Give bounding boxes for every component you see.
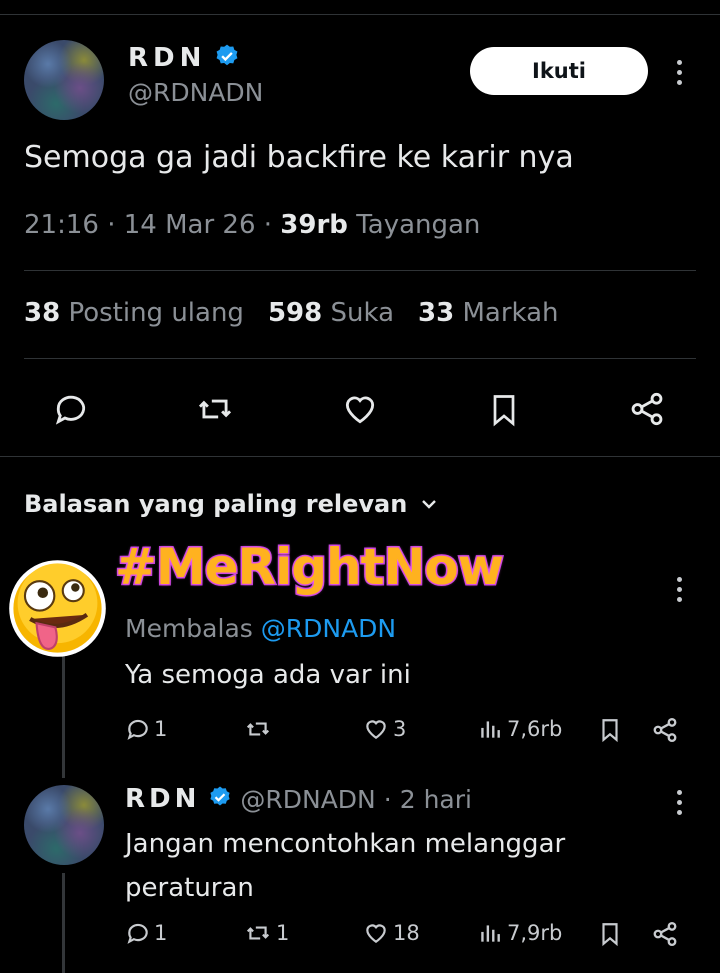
likes-stat[interactable]: 598 Suka [268,298,394,328]
repost-button[interactable] [243,716,276,742]
reply-age[interactable]: 2 hari [400,785,472,814]
reply-author-row: RDN @RDNADN · 2 hari [125,784,472,814]
author-name-row[interactable]: RDN [128,40,240,76]
reply-button[interactable]: 1 [125,716,167,742]
like-icon [362,716,390,742]
replying-to-link[interactable]: @RDNADN [261,614,396,643]
reply-text: Jangan mencontohkan melanggar peraturan [125,822,565,910]
more-options-icon[interactable] [677,790,683,820]
post-text: Semoga ga jadi backfire ke karir nya [24,140,574,175]
reply-icon [125,716,151,742]
stats-divider [24,358,696,359]
like-button[interactable]: 18 [362,920,420,946]
like-icon [362,920,390,946]
chevron-down-icon [417,492,441,516]
repost-icon[interactable] [195,390,235,428]
views-count: 7,9rb [507,921,563,945]
reply-button[interactable]: 1 [125,920,167,946]
top-divider [0,14,720,15]
share-icon[interactable] [651,716,679,744]
share-icon[interactable] [651,920,679,948]
repost-icon [243,716,273,742]
author-handle[interactable]: @RDNADN [128,78,263,107]
views-icon [478,716,504,742]
replying-prefix: Membalas [125,614,253,643]
views-label: Tayangan [356,210,481,240]
verified-badge-icon [214,43,240,73]
repost-count: 1 [276,921,290,945]
more-options-icon[interactable] [677,60,683,90]
replying-to: Membalas @RDNADN [125,614,396,643]
post-time[interactable]: 21:16 [24,210,99,240]
reply-author-name[interactable]: RDN [125,784,200,814]
views-count: 39rb [280,210,348,240]
post-bottom-divider [0,456,720,457]
reply-text: Ya semoga ada var ini [125,660,411,690]
reply-text-line: Jangan mencontohkan melanggar [125,829,566,859]
reply-icon [125,920,151,946]
bookmark-icon[interactable] [597,920,623,948]
like-count: 3 [393,717,407,741]
thread-line [62,873,65,973]
author-name[interactable]: RDN [128,43,206,73]
thread-line [62,650,65,778]
repost-icon [243,920,273,946]
post-date[interactable]: 14 Mar 26 [124,210,256,240]
reply-text-line: peraturan [125,873,254,903]
reply-author-avatar[interactable] [24,785,104,865]
reply-count: 1 [154,921,168,945]
views-icon [478,920,504,946]
bookmarks-stat[interactable]: 33 Markah [418,298,559,328]
meta-divider [24,270,696,271]
views-button[interactable]: 7,9rb [478,920,562,946]
bookmark-icon[interactable] [597,716,623,744]
author-avatar[interactable] [24,40,104,120]
share-icon[interactable] [628,390,666,428]
reply-icon[interactable] [52,390,90,428]
reply-count: 1 [154,717,168,741]
reply-author-handle[interactable]: @RDNADN [240,785,375,814]
sticker-hashtag: #MeRightNow [114,537,506,598]
views-count: 7,6rb [507,717,563,741]
repost-button[interactable]: 1 [243,920,289,946]
more-options-icon[interactable] [677,577,683,607]
replies-sort-dropdown[interactable]: Balasan yang paling relevan [24,490,441,518]
verified-badge-icon [208,785,232,813]
reposts-stat[interactable]: 38 Posting ulang [24,298,244,328]
bookmark-icon[interactable] [486,390,522,430]
post-stats: 38 Posting ulang 598 Suka 33 Markah [24,298,559,328]
follow-button[interactable]: Ikuti [470,47,648,95]
replies-sort-label: Balasan yang paling relevan [24,490,408,518]
like-button[interactable]: 3 [362,716,406,742]
like-icon[interactable] [340,390,380,428]
views-button[interactable]: 7,6rb [478,716,562,742]
emoji-sticker-icon [5,556,110,661]
like-count: 18 [393,921,420,945]
post-meta: 21:16 · 14 Mar 26 · 39rb Tayangan [24,210,481,240]
